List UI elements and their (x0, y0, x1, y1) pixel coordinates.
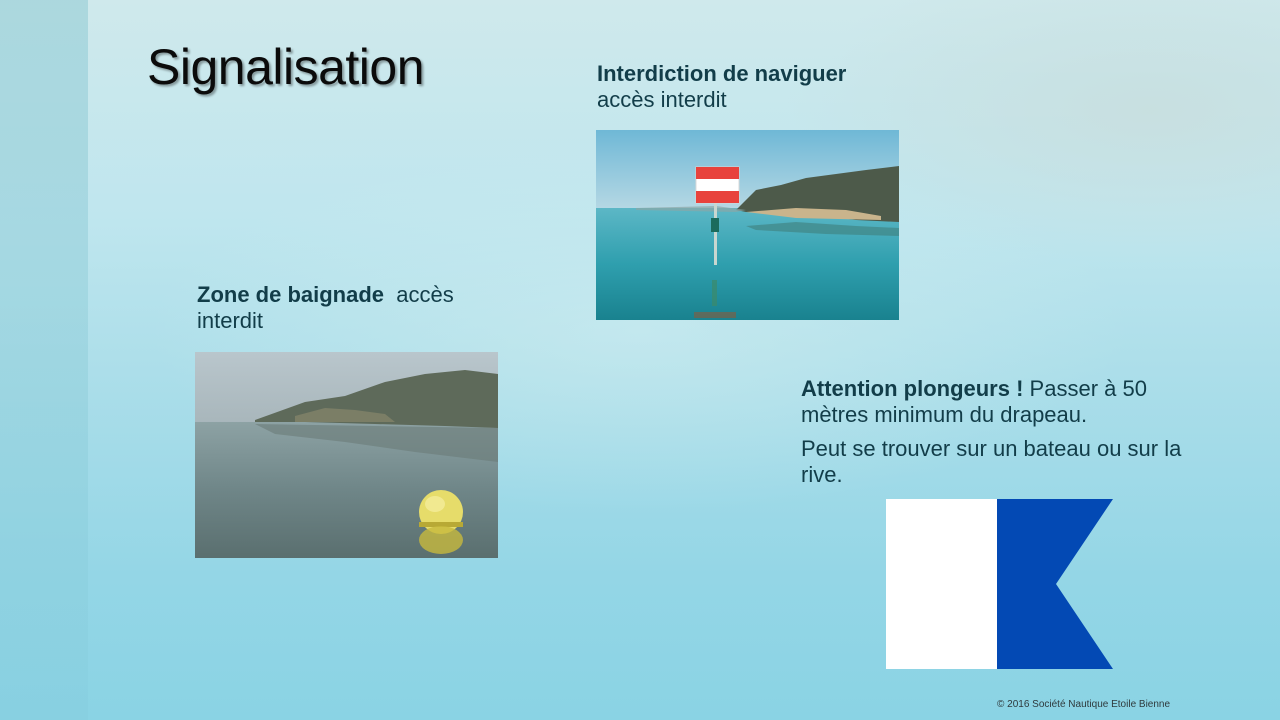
caption-plongeurs-note: Peut se trouver sur un bateau ou sur la … (801, 436, 1182, 487)
lake-buoy-photo-icon (195, 352, 498, 558)
photo-baignade-buoy (195, 352, 498, 558)
photo-interdiction-sign (596, 130, 899, 320)
alpha-diving-flag (886, 499, 1113, 669)
caption-plongeurs-title: Attention plongeurs ! (801, 376, 1024, 401)
caption-interdiction-text: accès interdit (597, 87, 727, 112)
caption-plongeurs-line1: Attention plongeurs ! Passer à 50 mètres… (801, 376, 1211, 428)
lake-sign-photo-icon (596, 130, 899, 320)
caption-baignade: Zone de baignade accès interdit (197, 282, 507, 334)
slide-title: Signalisation (147, 39, 425, 95)
copyright-footer: © 2016 Société Nautique Etoile Bienne (997, 699, 1171, 710)
caption-interdiction-title: Interdiction de naviguer (597, 61, 847, 86)
slide: Signalisation Interdiction de naviguer a… (0, 0, 1280, 720)
alpha-flag-icon (886, 499, 1113, 669)
caption-interdiction: Interdiction de naviguer accès interdit (597, 61, 927, 113)
caption-baignade-title: Zone de baignade (197, 282, 385, 307)
caption-plongeurs: Attention plongeurs ! Passer à 50 mètres… (801, 376, 1211, 496)
left-decorative-band (0, 0, 88, 720)
